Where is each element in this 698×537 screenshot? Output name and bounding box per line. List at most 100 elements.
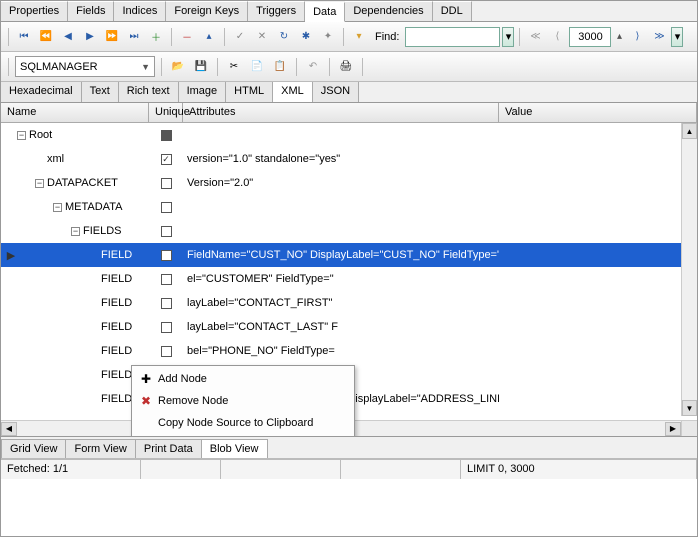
tree-row[interactable]: −FIELDS	[1, 219, 697, 243]
tab-xml[interactable]: XML	[273, 82, 313, 102]
page-dropdown-button[interactable]: ▾	[671, 27, 683, 47]
first-record-button[interactable]: ⏮	[14, 27, 34, 47]
status-empty1	[141, 460, 221, 479]
ctx-add-node[interactable]: ✚Add Node	[134, 368, 352, 390]
bookmark-button[interactable]: ✱	[296, 27, 316, 47]
cancel-edit-button[interactable]: ✕	[252, 27, 272, 47]
unique-checkbox[interactable]	[161, 226, 172, 237]
vertical-scrollbar[interactable]: ▲ ▼	[681, 123, 697, 416]
tree-row[interactable]: −Root	[1, 123, 697, 147]
tab-foreign-keys[interactable]: Foreign Keys	[166, 1, 248, 21]
tab-ddl[interactable]: DDL	[433, 1, 472, 21]
unique-checkbox[interactable]	[161, 130, 172, 141]
cut-icon[interactable]: ✂	[224, 57, 244, 77]
tab-blob-view[interactable]: Blob View	[201, 439, 268, 458]
tab-print-data[interactable]: Print Data	[135, 439, 202, 458]
tab-text[interactable]: Text	[82, 82, 119, 102]
tab-form-view[interactable]: Form View	[65, 439, 135, 458]
tab-indices[interactable]: Indices	[114, 1, 166, 21]
tree-row[interactable]: FIELDbel="PHONE_NO" FieldType=	[1, 339, 697, 363]
tree-row[interactable]: ▶FIELDFieldName="CUST_NO" DisplayLabel="…	[1, 243, 697, 267]
unique-checkbox[interactable]	[161, 154, 172, 165]
scroll-right-button[interactable]: ▶	[665, 422, 681, 436]
col-header-unique[interactable]: Unique	[149, 103, 183, 122]
tab-hexadecimal[interactable]: Hexadecimal	[1, 82, 82, 102]
goto-bookmark-button[interactable]: ✦	[318, 27, 338, 47]
node-attributes: layLabel="CONTACT_LAST" F	[183, 321, 499, 333]
page-next-button[interactable]: ⟩	[627, 27, 647, 47]
unique-checkbox[interactable]	[161, 322, 172, 333]
scroll-left-button[interactable]: ◀	[1, 422, 17, 436]
prior-record-button[interactable]: ◀	[58, 27, 78, 47]
node-label: FIELD	[101, 345, 132, 357]
node-label: FIELD	[101, 369, 132, 381]
col-header-attributes[interactable]: Attributes	[183, 103, 499, 122]
chevron-down-icon: ▼	[141, 62, 150, 72]
collapse-icon[interactable]: −	[35, 179, 44, 188]
paste-icon[interactable]: 📋	[270, 57, 290, 77]
schema-combo[interactable]: SQLMANAGER ▼	[15, 56, 155, 77]
col-header-name[interactable]: Name	[1, 103, 149, 122]
last-record-button[interactable]: ⏭	[124, 27, 144, 47]
page-next2-button[interactable]: ≫	[649, 27, 669, 47]
record-count-input[interactable]	[569, 27, 611, 47]
unique-checkbox[interactable]	[161, 250, 172, 261]
find-input[interactable]	[405, 27, 500, 47]
secondary-toolbar: SQLMANAGER ▼ 📂 💾 ✂ 📄 📋 ↶ 🖨	[1, 52, 697, 82]
delete-record-button[interactable]: －	[177, 27, 197, 47]
tab-grid-view[interactable]: Grid View	[1, 439, 66, 458]
tree-row[interactable]: xmlversion="1.0" standalone="yes"	[1, 147, 697, 171]
post-edit-button[interactable]: ✓	[230, 27, 250, 47]
top-tabs: Properties Fields Indices Foreign Keys T…	[1, 1, 697, 22]
collapse-icon[interactable]: −	[71, 227, 80, 236]
tree-row[interactable]: −DATAPACKETVersion="2.0"	[1, 171, 697, 195]
ctx-copy-source[interactable]: Copy Node Source to Clipboard	[134, 412, 352, 434]
unique-checkbox[interactable]	[161, 178, 172, 189]
node-attributes: version="1.0" standalone="yes"	[183, 153, 499, 165]
filter-button[interactable]: ▾	[349, 27, 369, 47]
next-page-button[interactable]: ⏩	[102, 27, 122, 47]
node-label: DATAPACKET	[47, 177, 118, 189]
unique-checkbox[interactable]	[161, 202, 172, 213]
tree-row[interactable]: FIELDel="CUSTOMER" FieldType="	[1, 267, 697, 291]
scroll-up-button[interactable]: ▲	[682, 123, 697, 139]
print-icon[interactable]: 🖨	[336, 57, 356, 77]
copy-icon[interactable]: 📄	[247, 57, 267, 77]
page-prev-button[interactable]: ≪	[525, 27, 545, 47]
tab-fields[interactable]: Fields	[68, 1, 114, 21]
tab-html[interactable]: HTML	[226, 82, 273, 102]
ctx-remove-node[interactable]: ✖Remove Node	[134, 390, 352, 412]
next-record-button[interactable]: ▶	[80, 27, 100, 47]
edit-record-button[interactable]: ▴	[199, 27, 219, 47]
scroll-down-button[interactable]: ▼	[682, 400, 697, 416]
col-header-value[interactable]: Value	[499, 103, 697, 122]
collapse-icon[interactable]: −	[53, 203, 62, 212]
find-label: Find:	[375, 31, 399, 43]
unique-checkbox[interactable]	[161, 346, 172, 357]
unique-checkbox[interactable]	[161, 298, 172, 309]
unique-checkbox[interactable]	[161, 274, 172, 285]
tab-richtext[interactable]: Rich text	[119, 82, 179, 102]
tree-row[interactable]: −METADATA	[1, 195, 697, 219]
insert-record-button[interactable]: ＋	[146, 27, 166, 47]
undo-icon[interactable]: ↶	[303, 57, 323, 77]
remove-node-icon: ✖	[134, 394, 158, 408]
node-attributes: FieldName="CUST_NO" DisplayLabel="CUST_N…	[183, 249, 499, 261]
node-label: FIELD	[101, 273, 132, 285]
tab-dependencies[interactable]: Dependencies	[345, 1, 432, 21]
tree-row[interactable]: FIELDlayLabel="CONTACT_LAST" F	[1, 315, 697, 339]
tab-properties[interactable]: Properties	[1, 1, 68, 21]
tab-triggers[interactable]: Triggers	[248, 1, 305, 21]
find-dropdown-button[interactable]: ▾	[502, 27, 514, 47]
save-icon[interactable]: 💾	[191, 57, 211, 77]
tab-data[interactable]: Data	[305, 2, 345, 22]
page-prev2-button[interactable]: ⟨	[547, 27, 567, 47]
tree-row[interactable]: FIELDlayLabel="CONTACT_FIRST"	[1, 291, 697, 315]
collapse-icon[interactable]: −	[17, 131, 26, 140]
record-spin-up[interactable]: ▴	[613, 27, 625, 47]
prior-page-button[interactable]: ⏪	[36, 27, 56, 47]
tab-image[interactable]: Image	[179, 82, 227, 102]
refresh-button[interactable]: ↻	[274, 27, 294, 47]
tab-json[interactable]: JSON	[313, 82, 359, 102]
open-icon[interactable]: 📂	[168, 57, 188, 77]
